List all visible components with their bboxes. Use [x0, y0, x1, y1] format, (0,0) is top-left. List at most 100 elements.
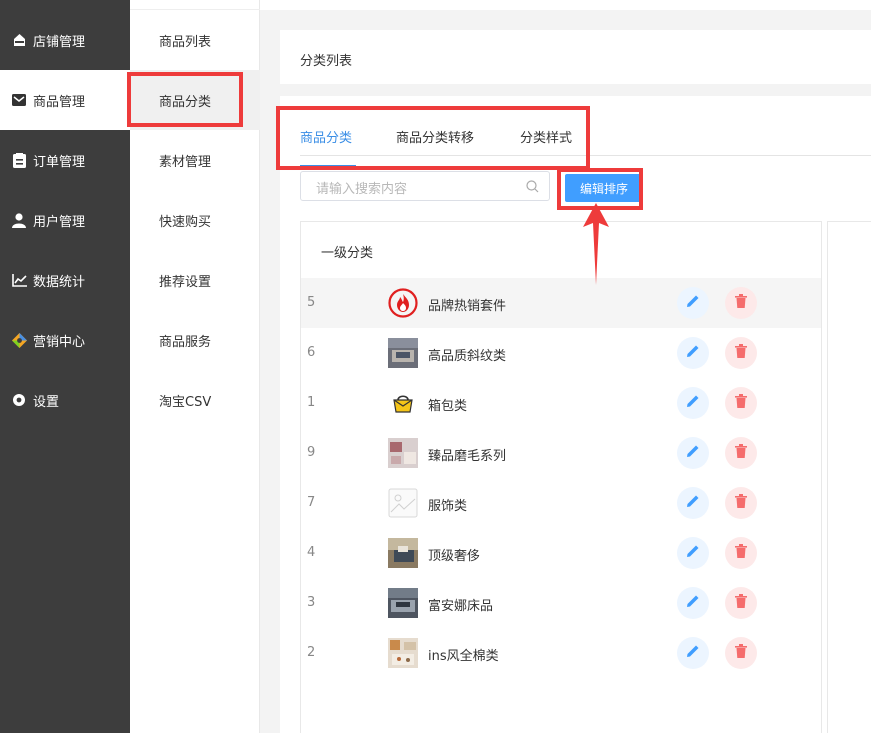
sidebar-item-marketing[interactable]: 营销中心 [0, 310, 130, 370]
search-placeholder: 请输入搜索内容 [316, 182, 408, 197]
row-index: 5 [307, 295, 316, 310]
sidebar-item-label: 营销中心 [33, 334, 86, 350]
list-item[interactable]: 2 ins风全棉类 [301, 628, 821, 678]
subnav-item-product-list[interactable]: 商品列表 [130, 10, 260, 70]
pencil-icon [686, 344, 700, 362]
list-item[interactable]: 7 服饰类 [301, 478, 821, 528]
subnav-item-quick-buy[interactable]: 快速购买 [130, 190, 260, 250]
subnav-item-recommend[interactable]: 推荐设置 [130, 250, 260, 310]
row-name: 富安娜床品 [428, 599, 494, 614]
trash-icon [735, 594, 747, 612]
edit-button[interactable] [677, 537, 709, 569]
pencil-icon [686, 494, 700, 512]
trash-icon [735, 544, 747, 562]
category-thumbnail [388, 538, 418, 568]
edit-button[interactable] [677, 637, 709, 669]
delete-button[interactable] [725, 637, 757, 669]
subnav-item-taobao-csv[interactable]: 淘宝CSV [130, 370, 260, 430]
delete-button[interactable] [725, 537, 757, 569]
sidebar-item-label: 店铺管理 [33, 34, 86, 50]
delete-button[interactable] [725, 287, 757, 319]
edit-button[interactable] [677, 387, 709, 419]
sidebar-item-label: 设置 [33, 394, 60, 410]
sidebar-item-settings[interactable]: 设置 [0, 370, 130, 430]
order-icon [11, 152, 27, 168]
edit-button[interactable] [677, 487, 709, 519]
list-item[interactable]: 1 箱包类 [301, 378, 821, 428]
category-thumbnail [388, 438, 418, 468]
row-index: 4 [307, 545, 316, 560]
main-sidebar: 店铺管理 商品管理 订单管理 用户管理 数据统计 营销中心 设置 [0, 0, 130, 733]
sidebar-item-label: 用户管理 [33, 214, 86, 230]
pencil-icon [686, 444, 700, 462]
delete-button[interactable] [725, 587, 757, 619]
panel-title: 一级分类 [321, 246, 374, 261]
annotation-arrow-icon [583, 203, 609, 285]
annotation-box-subnav [127, 72, 243, 127]
pencil-icon [686, 544, 700, 562]
search-input[interactable]: 请输入搜索内容 [300, 171, 550, 201]
trash-icon [735, 344, 747, 362]
category-thumbnail [388, 338, 418, 368]
row-name: ins风全棉类 [428, 649, 499, 664]
edit-button[interactable] [677, 587, 709, 619]
gear-icon [11, 392, 27, 408]
sidebar-item-store[interactable]: 店铺管理 [0, 10, 130, 70]
page-title: 分类列表 [300, 54, 353, 69]
delete-button[interactable] [725, 387, 757, 419]
trash-icon [735, 644, 747, 662]
subnav-item-services[interactable]: 商品服务 [130, 310, 260, 370]
bag-icon [388, 388, 418, 418]
row-name: 箱包类 [428, 399, 468, 414]
row-index: 3 [307, 595, 316, 610]
mail-icon [11, 92, 27, 108]
trash-icon [735, 394, 747, 412]
delete-button[interactable] [725, 487, 757, 519]
subcategory-panel [827, 221, 871, 733]
trash-icon [735, 494, 747, 512]
image-placeholder-icon [388, 488, 418, 518]
search-icon[interactable] [526, 180, 539, 197]
pencil-icon [686, 394, 700, 412]
list-item[interactable]: 5 品牌热销套件 [301, 278, 821, 328]
row-name: 服饰类 [428, 499, 468, 514]
pencil-icon [686, 294, 700, 312]
row-name: 顶级奢侈 [428, 549, 481, 564]
edit-button[interactable] [677, 287, 709, 319]
trash-icon [735, 294, 747, 312]
list-item[interactable]: 9 臻品磨毛系列 [301, 428, 821, 478]
top-bar [260, 0, 871, 10]
sidebar-item-label: 订单管理 [33, 154, 86, 170]
fire-logo-icon [388, 288, 418, 318]
row-index: 1 [307, 395, 316, 410]
sidebar-item-orders[interactable]: 订单管理 [0, 130, 130, 190]
edit-button[interactable] [677, 437, 709, 469]
row-name: 高品质斜纹类 [428, 349, 507, 364]
row-index: 6 [307, 345, 316, 360]
category-thumbnail [388, 638, 418, 668]
trash-icon [735, 444, 747, 462]
list-item[interactable]: 4 顶级奢侈 [301, 528, 821, 578]
list-item[interactable]: 6 高品质斜纹类 [301, 328, 821, 378]
store-icon [11, 32, 27, 48]
page-header-card: 分类列表 [280, 30, 871, 84]
edit-button[interactable] [677, 337, 709, 369]
delete-button[interactable] [725, 337, 757, 369]
list-item[interactable]: 3 富安娜床品 [301, 578, 821, 628]
delete-button[interactable] [725, 437, 757, 469]
row-index: 7 [307, 495, 316, 510]
row-name: 品牌热销套件 [428, 299, 507, 314]
sidebar-item-stats[interactable]: 数据统计 [0, 250, 130, 310]
pencil-icon [686, 644, 700, 662]
sidebar-item-label: 数据统计 [33, 274, 86, 290]
sidebar-item-users[interactable]: 用户管理 [0, 190, 130, 250]
subnav-item-materials[interactable]: 素材管理 [130, 130, 260, 190]
row-index: 2 [307, 645, 316, 660]
chart-icon [11, 272, 27, 288]
sidebar-item-label: 商品管理 [33, 94, 86, 110]
sidebar-item-products[interactable]: 商品管理 [0, 70, 130, 130]
category-thumbnail [388, 588, 418, 618]
marketing-icon [11, 332, 27, 348]
user-icon [11, 212, 27, 228]
pencil-icon [686, 594, 700, 612]
